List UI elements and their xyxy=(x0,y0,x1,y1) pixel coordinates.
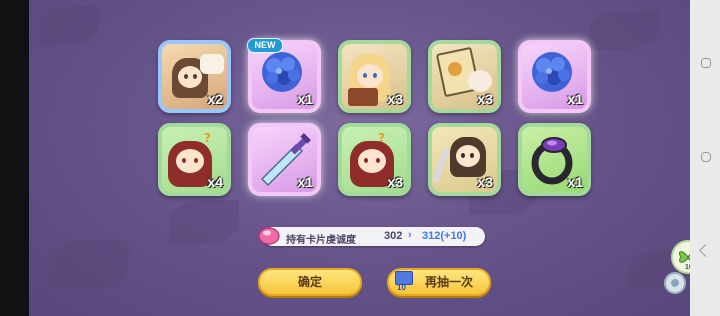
card-count: x1 xyxy=(567,174,583,190)
devotion-label: 持有卡片虔诚度 xyxy=(286,235,356,246)
left-letterbox xyxy=(0,0,29,316)
card-count: x1 xyxy=(297,174,313,190)
confirm-button[interactable]: 确定 xyxy=(258,268,362,296)
devotion-old-value: 302 xyxy=(384,230,403,242)
menu-bubble-button[interactable] xyxy=(664,272,686,294)
recents-icon[interactable] xyxy=(701,58,711,68)
card-2-2[interactable]: x1 xyxy=(248,123,321,196)
card-count: x3 xyxy=(477,91,493,107)
pink-gem-icon xyxy=(258,227,280,245)
card-2-3[interactable]: ? x3 xyxy=(338,123,411,196)
card-count: x3 xyxy=(387,174,403,190)
redraw-label: 再抽一次 xyxy=(424,275,473,289)
card-count: x1 xyxy=(297,91,313,107)
back-icon[interactable] xyxy=(699,244,712,257)
right-navigation-bar xyxy=(690,0,720,316)
card-count: x3 xyxy=(477,174,493,190)
new-badge: NEW xyxy=(247,38,283,53)
card-count: x3 xyxy=(387,91,403,107)
bubble-icon xyxy=(671,279,679,287)
card-2-5[interactable]: x1 xyxy=(518,123,591,196)
ticket-count: 10 xyxy=(397,283,406,292)
question-mark-icon: ? xyxy=(204,131,211,145)
card-1-3[interactable]: x3 xyxy=(338,40,411,113)
home-icon[interactable] xyxy=(701,152,711,162)
card-count: x2 xyxy=(207,91,223,107)
devotion-new-value: 312(+10) xyxy=(422,230,467,242)
card-2-4[interactable]: x3 xyxy=(428,123,501,196)
arrow-icon: › xyxy=(408,229,412,241)
card-1-1[interactable]: x2 xyxy=(158,40,231,113)
ticket-icon: 10 xyxy=(395,271,413,292)
card-count: x4 xyxy=(207,174,223,190)
card-1-5[interactable]: x1 xyxy=(518,40,591,113)
card-count: x1 xyxy=(567,91,583,107)
card-1-4[interactable]: x3 xyxy=(428,40,501,113)
card-2-1[interactable]: ? x4 xyxy=(158,123,231,196)
